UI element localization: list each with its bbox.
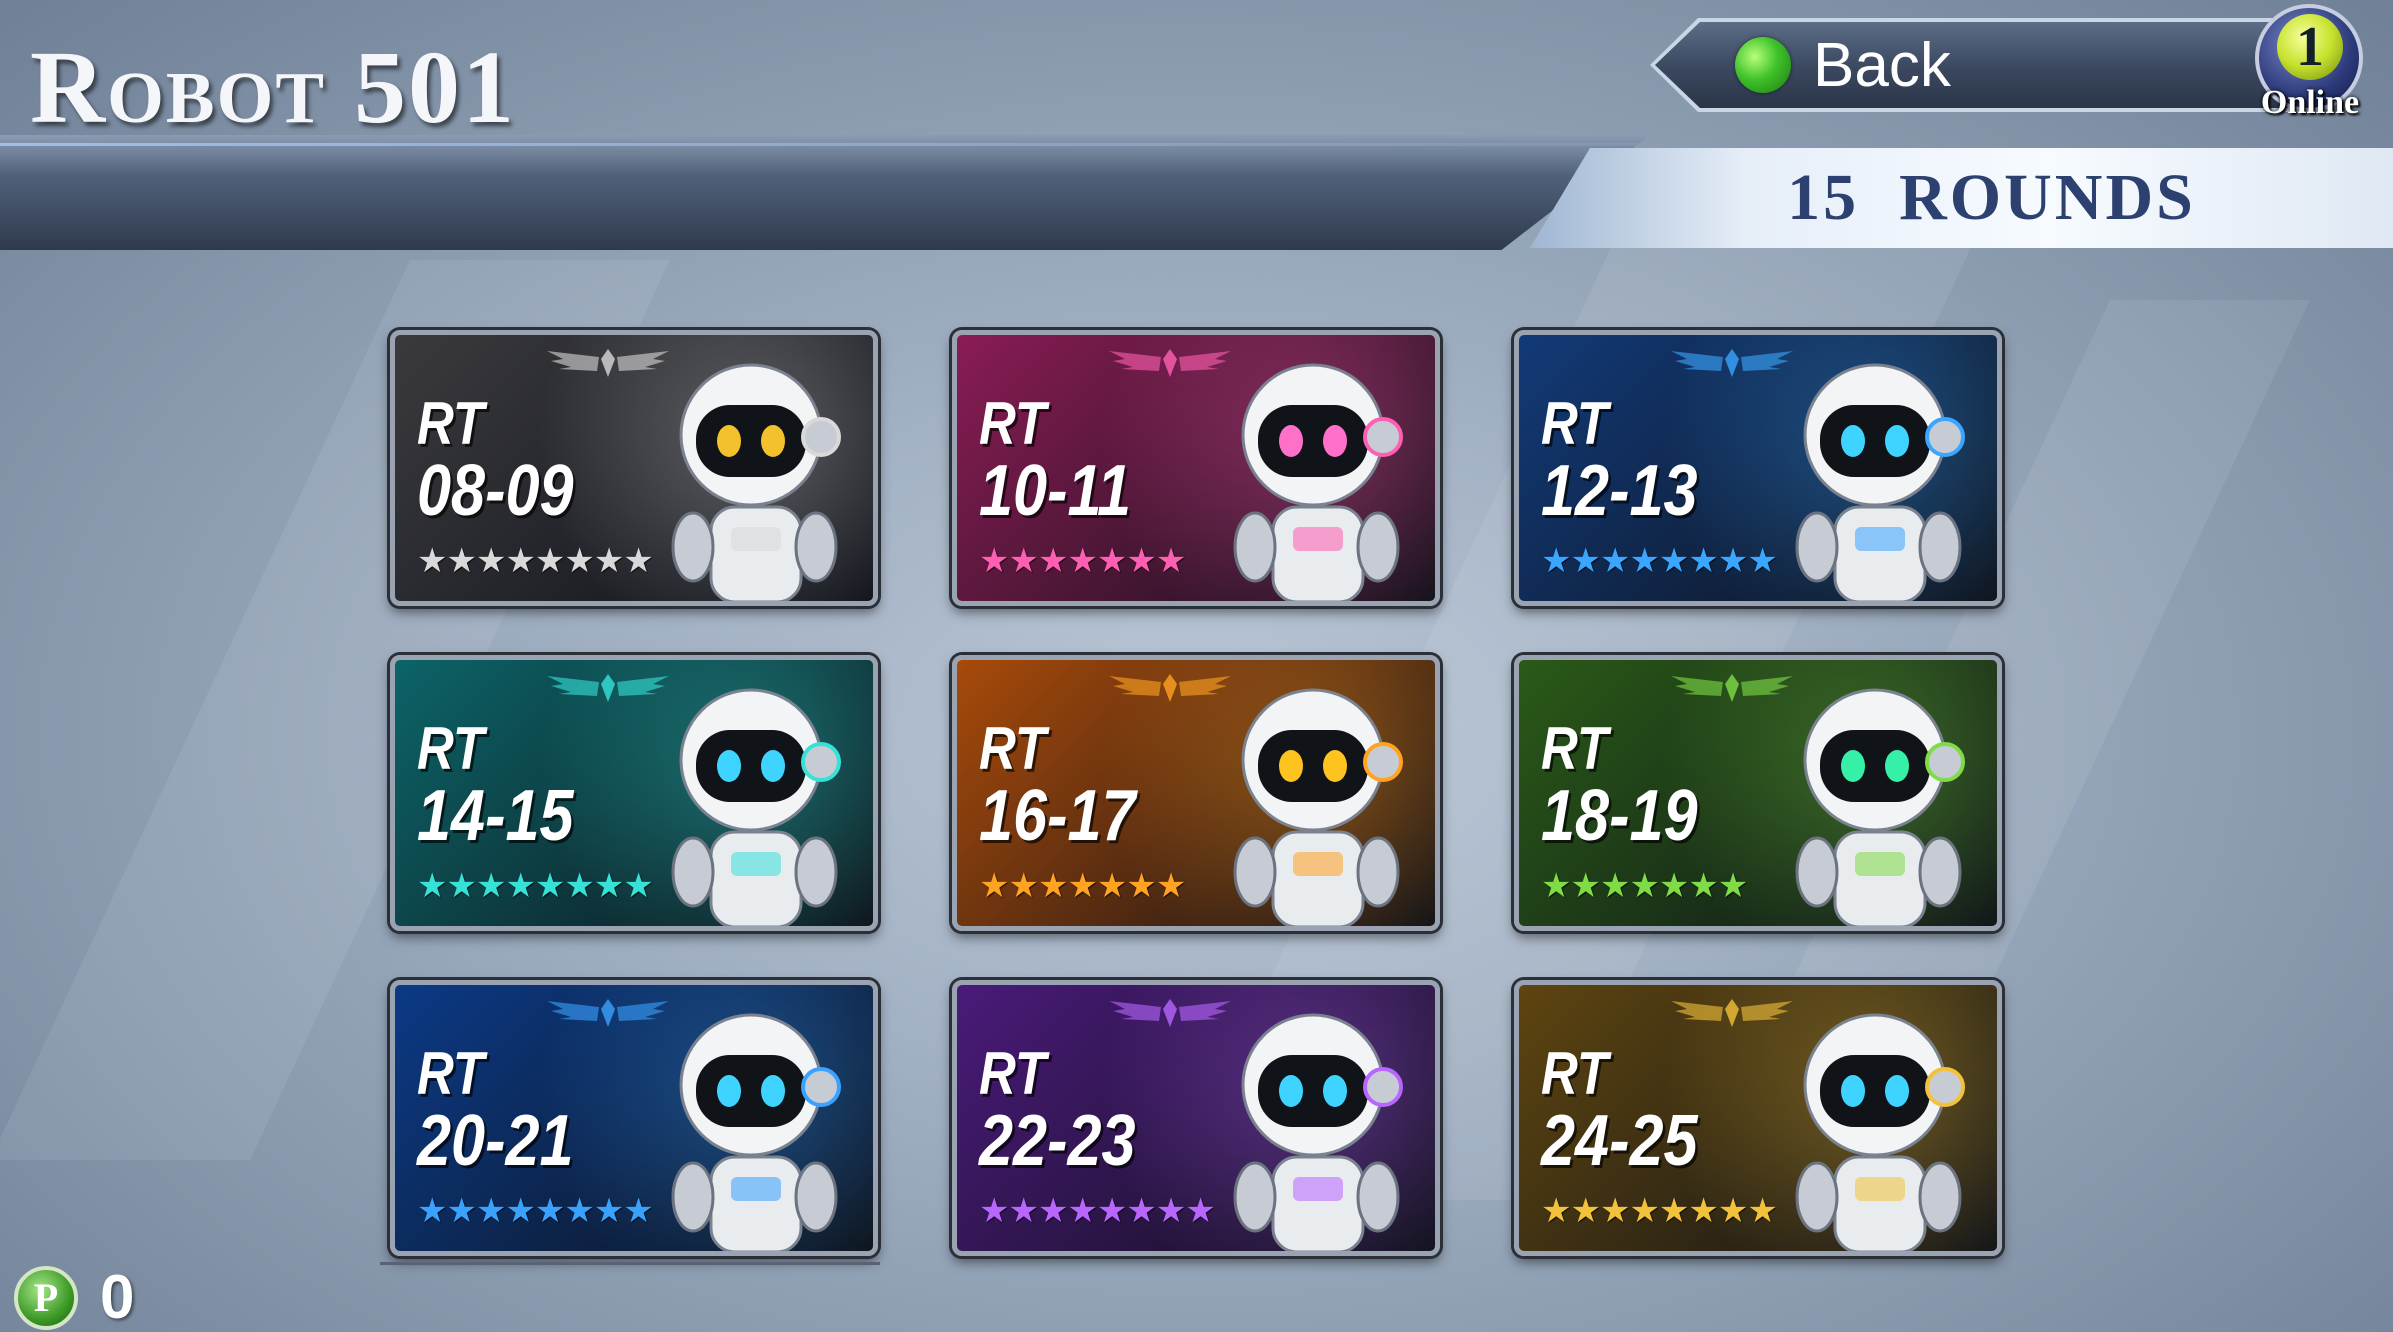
card-rt-label: RT	[979, 390, 1047, 457]
online-count: 1	[2277, 14, 2343, 80]
points-icon: P	[14, 1265, 78, 1330]
card-range: 10-11	[979, 451, 1131, 531]
rounds-banner: 15 ROUNDS	[1530, 148, 2393, 248]
robot-mascot-icon	[1795, 1013, 1965, 1251]
card-rt-label: RT	[1541, 715, 1609, 782]
card-rt-label: RT	[1541, 1040, 1609, 1107]
green-button-icon	[1735, 37, 1791, 93]
selection-underline	[380, 1262, 880, 1265]
card-range: 16-17	[979, 776, 1136, 856]
card-stars: ★★★★★★★★	[417, 1192, 654, 1230]
online-badge: 1 Online	[2245, 0, 2385, 128]
robot-mascot-icon	[1795, 363, 1965, 601]
robot-mascot-icon	[1233, 688, 1403, 926]
robot-mascot-icon	[671, 688, 841, 926]
level-card-20-21[interactable]: RT 20-21 ★★★★★★★★	[390, 980, 878, 1256]
points-display: P 0	[14, 1262, 134, 1332]
card-range: 22-23	[979, 1101, 1136, 1181]
robot-mascot-icon	[1795, 688, 1965, 926]
card-range: 12-13	[1541, 451, 1698, 531]
level-card-08-09[interactable]: RT 08-09 ★★★★★★★★	[390, 330, 878, 606]
card-rt-label: RT	[417, 1040, 485, 1107]
level-card-18-19[interactable]: RT 18-19 ★★★★★★★	[1514, 655, 2002, 931]
level-card-16-17[interactable]: RT 16-17 ★★★★★★★	[952, 655, 1440, 931]
card-stars: ★★★★★★★★	[1541, 1192, 1778, 1230]
page-title: Robot 501	[30, 30, 517, 145]
back-button[interactable]: Back	[1655, 22, 2295, 108]
card-range: 08-09	[417, 451, 574, 531]
card-range: 24-25	[1541, 1101, 1698, 1181]
online-label: Online	[2260, 84, 2360, 121]
card-rt-label: RT	[979, 1040, 1047, 1107]
card-stars: ★★★★★★★	[979, 542, 1186, 580]
card-stars: ★★★★★★★★	[417, 542, 654, 580]
card-rt-label: RT	[1541, 390, 1609, 457]
points-value: 0	[100, 1263, 135, 1332]
rounds-label: ROUNDS	[1899, 161, 2196, 234]
robot-mascot-icon	[671, 363, 841, 601]
card-rt-label: RT	[979, 715, 1047, 782]
card-range: 18-19	[1541, 776, 1698, 856]
card-stars: ★★★★★★★★	[1541, 542, 1778, 580]
rounds-count: 15	[1787, 161, 1860, 234]
header-band	[0, 135, 1650, 250]
back-label: Back	[1813, 30, 1951, 100]
card-range: 20-21	[417, 1101, 574, 1181]
card-range: 14-15	[417, 776, 574, 856]
card-rt-label: RT	[417, 390, 485, 457]
card-rt-label: RT	[417, 715, 485, 782]
level-card-12-13[interactable]: RT 12-13 ★★★★★★★★	[1514, 330, 2002, 606]
robot-mascot-icon	[671, 1013, 841, 1251]
robot-mascot-icon	[1233, 1013, 1403, 1251]
level-card-24-25[interactable]: RT 24-25 ★★★★★★★★	[1514, 980, 2002, 1256]
card-stars: ★★★★★★★★	[979, 1192, 1216, 1230]
robot-mascot-icon	[1233, 363, 1403, 601]
card-stars: ★★★★★★★	[979, 867, 1186, 905]
card-stars: ★★★★★★★★	[417, 867, 654, 905]
card-stars: ★★★★★★★	[1541, 867, 1748, 905]
level-card-22-23[interactable]: RT 22-23 ★★★★★★★★	[952, 980, 1440, 1256]
level-card-14-15[interactable]: RT 14-15 ★★★★★★★★	[390, 655, 878, 931]
level-card-10-11[interactable]: RT 10-11 ★★★★★★★	[952, 330, 1440, 606]
